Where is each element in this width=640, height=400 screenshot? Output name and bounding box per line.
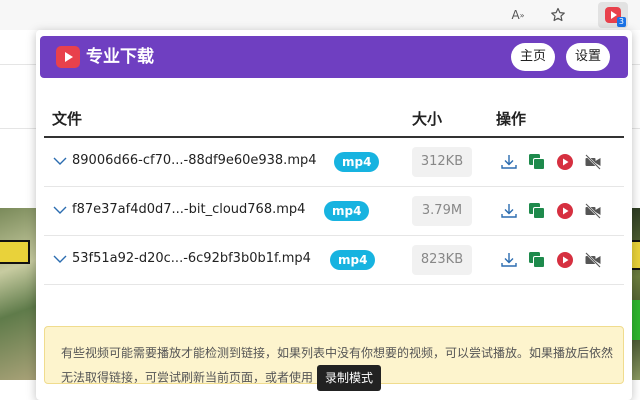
favorite-button[interactable] [545, 3, 571, 27]
read-aloud-sup: » [519, 10, 525, 20]
download-icon[interactable] [500, 251, 518, 269]
home-button[interactable]: 主页 [511, 43, 556, 71]
file-size: 3.79M [412, 196, 472, 226]
play-icon[interactable] [556, 153, 574, 171]
app-title: 专业下载 [86, 47, 154, 67]
file-size: 312KB [412, 147, 472, 177]
play-icon[interactable] [556, 202, 574, 220]
file-row: 53f51a92-d20c...-6c92bf3b0b1f.mp4 mp4 82… [44, 236, 624, 285]
file-type-tag: mp4 [324, 201, 370, 221]
settings-button[interactable]: 设置 [566, 43, 611, 71]
file-type-tag: mp4 [334, 152, 380, 172]
file-size: 823KB [412, 245, 472, 275]
downloader-extension-button[interactable]: 3 [598, 2, 628, 28]
app-logo-icon [56, 46, 80, 68]
popup-header: 专业下载 主页 设置 [40, 36, 628, 78]
chevron-down-icon[interactable] [52, 153, 68, 169]
file-type-tag: mp4 [330, 250, 376, 270]
file-name: 89006d66-cf70...-88df9e60e938.mp4 [72, 153, 317, 168]
record-mode-button[interactable]: 录制模式 [317, 365, 382, 391]
copy-link-icon[interactable] [528, 202, 546, 220]
chevron-down-icon[interactable] [52, 202, 68, 218]
copy-link-icon[interactable] [528, 251, 546, 269]
hint-notice: 有些视频可能需要播放才能检测到链接，如果列表中没有你想要的视频，可以尝试播放。如… [44, 326, 624, 391]
background-photo [0, 208, 36, 380]
downloader-popup: 专业下载 主页 设置 文件 大小 操作 89006d66-cf70...-88d… [36, 30, 632, 400]
copy-link-icon[interactable] [528, 153, 546, 171]
extension-badge: 3 [616, 17, 626, 27]
column-header-size: 大小 [412, 110, 443, 128]
file-name: f87e37af4d0d7...-bit_cloud768.mp4 [72, 202, 306, 217]
hint-text-block: 有些视频可能需要播放才能检测到链接，如果列表中没有你想要的视频，可以尝试播放。如… [61, 341, 613, 391]
read-aloud-button[interactable]: A» [505, 3, 531, 27]
read-aloud-label: A [511, 8, 520, 22]
background-sticker [0, 240, 30, 264]
play-icon[interactable] [556, 251, 574, 269]
file-row: 89006d66-cf70...-88df9e60e938.mp4 mp4 31… [44, 138, 624, 187]
column-header-action: 操作 [496, 110, 527, 128]
file-row: f87e37af4d0d7...-bit_cloud768.mp4 mp4 3.… [44, 187, 624, 236]
star-icon [551, 7, 565, 22]
column-header-file: 文件 [52, 110, 83, 128]
browser-toolbar: A» 3 [0, 0, 640, 30]
download-icon[interactable] [500, 153, 518, 171]
file-name: 53f51a92-d20c...-6c92bf3b0b1f.mp4 [72, 251, 311, 266]
camera-off-icon[interactable] [584, 251, 602, 269]
chevron-down-icon[interactable] [52, 251, 68, 267]
camera-off-icon[interactable] [584, 153, 602, 171]
download-icon[interactable] [500, 202, 518, 220]
camera-off-icon[interactable] [584, 202, 602, 220]
